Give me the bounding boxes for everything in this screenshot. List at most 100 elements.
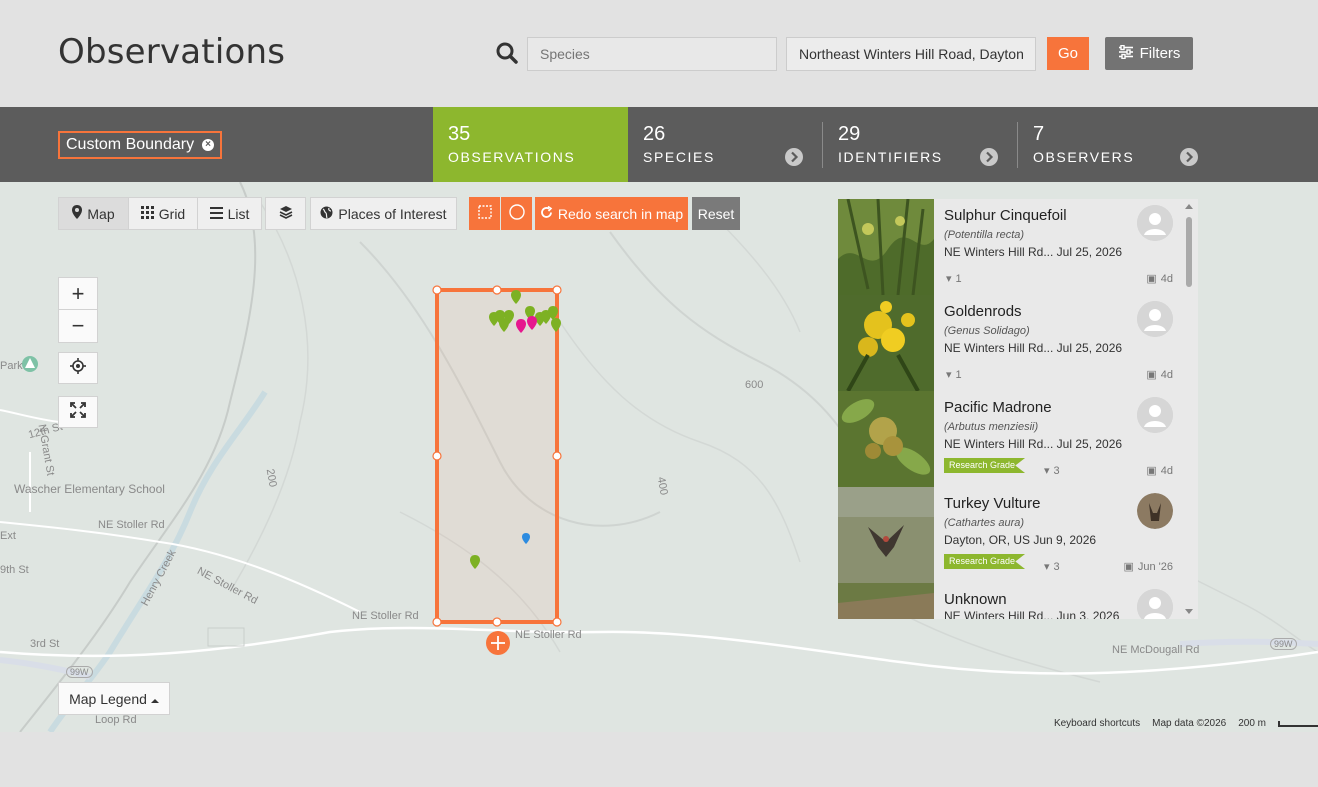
- list-scrollbar[interactable]: [1184, 203, 1194, 615]
- stats-bar: Custom Boundary × 35 OBSERVATIONS 26 SPE…: [0, 107, 1318, 182]
- map-legend-label: Map Legend: [69, 690, 147, 707]
- map-data-attribution: Map data ©2026: [1152, 718, 1227, 729]
- scroll-thumb[interactable]: [1186, 217, 1192, 287]
- observation-age: ▣ 4d: [1146, 464, 1173, 478]
- list-item[interactable]: Turkey Vulture (Cathartes aura) Dayton, …: [838, 487, 1198, 583]
- research-grade-badge: Research Grade: [944, 554, 1026, 569]
- stat-label: OBSERVATIONS: [448, 149, 576, 165]
- observation-scientific-name: (Genus Solidago): [944, 325, 1030, 337]
- observation-place-date: Dayton, OR, US Jun 9, 2026: [944, 533, 1097, 547]
- observation-photo[interactable]: [838, 487, 934, 583]
- map-view-label: Map: [87, 205, 115, 222]
- observation-name[interactable]: Unknown: [944, 591, 1007, 608]
- observation-name[interactable]: Turkey Vulture: [944, 495, 1040, 512]
- user-avatar[interactable]: [1137, 493, 1173, 529]
- close-icon[interactable]: ×: [202, 139, 215, 151]
- observation-name[interactable]: Sulphur Cinquefoil: [944, 207, 1067, 224]
- caret-up-icon: [150, 691, 159, 707]
- observation-age: ▣ Jun '26: [1123, 560, 1173, 574]
- go-button[interactable]: Go: [1047, 37, 1089, 70]
- observation-scientific-name: (Cathartes aura): [944, 517, 1025, 529]
- filters-button[interactable]: Filters: [1105, 37, 1193, 70]
- user-icon[interactable]: [1137, 301, 1173, 337]
- observation-age: ▣ 4d: [1146, 368, 1173, 382]
- species-search-input[interactable]: [527, 37, 777, 71]
- map-label-park: Park: [0, 360, 23, 372]
- observation-place-date: NE Winters Hill Rd... Jul 25, 2026: [944, 245, 1123, 259]
- custom-boundary-chip[interactable]: Custom Boundary ×: [58, 131, 223, 159]
- map-marker-icon: [72, 205, 83, 222]
- identification-count: ▾ 3: [1044, 464, 1060, 478]
- observation-photo[interactable]: [838, 295, 934, 391]
- map-label-street: Ext: [0, 530, 16, 542]
- observation-photo[interactable]: [838, 583, 934, 619]
- arrow-right-icon[interactable]: [980, 148, 998, 166]
- list-item[interactable]: Pacific Madrone (Arbutus menziesii) NE W…: [838, 391, 1198, 487]
- redo-search-label: Redo search in map: [557, 205, 684, 222]
- places-of-interest-label: Places of Interest: [338, 205, 447, 222]
- layers-button[interactable]: [265, 197, 306, 230]
- calendar-icon: ▣: [1123, 561, 1134, 573]
- map-label-highway: 99W: [1270, 638, 1297, 650]
- list-item[interactable]: Goldenrods (Genus Solidago) NE Winters H…: [838, 295, 1198, 391]
- list-view-button[interactable]: List: [197, 197, 262, 230]
- arrow-right-icon[interactable]: [785, 148, 803, 166]
- search-icon[interactable]: [496, 42, 518, 64]
- identification-count: ▾ 1: [946, 272, 962, 286]
- stat-label: IDENTIFIERS: [838, 149, 943, 165]
- id-icon: ▾: [946, 273, 952, 285]
- fullscreen-button[interactable]: [58, 396, 98, 428]
- keyboard-shortcuts-link[interactable]: Keyboard shortcuts: [1054, 718, 1140, 729]
- locate-button[interactable]: [58, 352, 98, 384]
- user-icon[interactable]: [1137, 205, 1173, 241]
- zoom-controls: + −: [58, 277, 98, 343]
- arrow-right-icon[interactable]: [1180, 148, 1198, 166]
- zoom-in-icon[interactable]: +: [59, 278, 97, 310]
- grid-view-label: Grid: [158, 205, 186, 222]
- circle-select-button[interactable]: [501, 197, 532, 230]
- map-label-elevation: 600: [745, 379, 764, 391]
- observation-list[interactable]: Sulphur Cinquefoil (Potentilla recta) NE…: [838, 199, 1198, 619]
- square-select-button[interactable]: [469, 197, 500, 230]
- list-item[interactable]: Unknown NE Winters Hill Rd... Jun 3, 202…: [838, 583, 1198, 619]
- observation-photo[interactable]: [838, 391, 934, 487]
- stat-observers[interactable]: 7 OBSERVERS: [1018, 107, 1218, 182]
- list-icon: [209, 206, 223, 222]
- stat-count: 26: [643, 123, 666, 145]
- map-label-road: NE Stoller Rd: [98, 519, 165, 531]
- map-label-street: 9th St: [0, 564, 29, 576]
- grid-view-button[interactable]: Grid: [128, 197, 198, 230]
- place-search-input[interactable]: [786, 37, 1036, 71]
- stat-observations[interactable]: 35 OBSERVATIONS: [433, 107, 628, 182]
- map-footer: Keyboard shortcuts Map data ©2026 200 m: [1054, 718, 1318, 729]
- map-view-button[interactable]: Map: [58, 197, 129, 230]
- redo-search-button[interactable]: Redo search in map: [535, 197, 688, 230]
- observation-photo[interactable]: [838, 199, 934, 295]
- custom-boundary-label: Custom Boundary: [66, 136, 195, 153]
- observation-age: ▣ 4d: [1146, 272, 1173, 286]
- calendar-icon: ▣: [1146, 369, 1157, 381]
- id-icon: ▾: [946, 369, 952, 381]
- scale-label: 200 m: [1238, 718, 1266, 729]
- locate-icon: [70, 357, 86, 379]
- fullscreen-icon: [70, 401, 86, 423]
- stat-count: 7: [1033, 123, 1045, 145]
- map-legend-button[interactable]: Map Legend: [58, 682, 170, 715]
- grid-icon: [140, 205, 154, 222]
- map-label-road: NE Stoller Rd: [352, 610, 419, 622]
- list-item[interactable]: Sulphur Cinquefoil (Potentilla recta) NE…: [838, 199, 1198, 295]
- observation-name[interactable]: Goldenrods: [944, 303, 1022, 320]
- stat-species[interactable]: 26 SPECIES: [628, 107, 823, 182]
- map-label-road: NE Stoller Rd: [515, 629, 582, 641]
- user-icon[interactable]: [1137, 397, 1173, 433]
- zoom-out-icon[interactable]: −: [59, 310, 97, 342]
- observation-place-date: NE Winters Hill Rd... Jun 3, 2026: [944, 609, 1120, 619]
- observation-name[interactable]: Pacific Madrone: [944, 399, 1052, 416]
- list-view-label: List: [227, 205, 250, 222]
- calendar-icon: ▣: [1146, 465, 1157, 477]
- user-icon[interactable]: [1137, 589, 1173, 619]
- places-of-interest-button[interactable]: Places of Interest: [310, 197, 457, 230]
- refresh-icon: [540, 205, 553, 222]
- reset-button[interactable]: Reset: [692, 197, 740, 230]
- stat-identifiers[interactable]: 29 IDENTIFIERS: [823, 107, 1018, 182]
